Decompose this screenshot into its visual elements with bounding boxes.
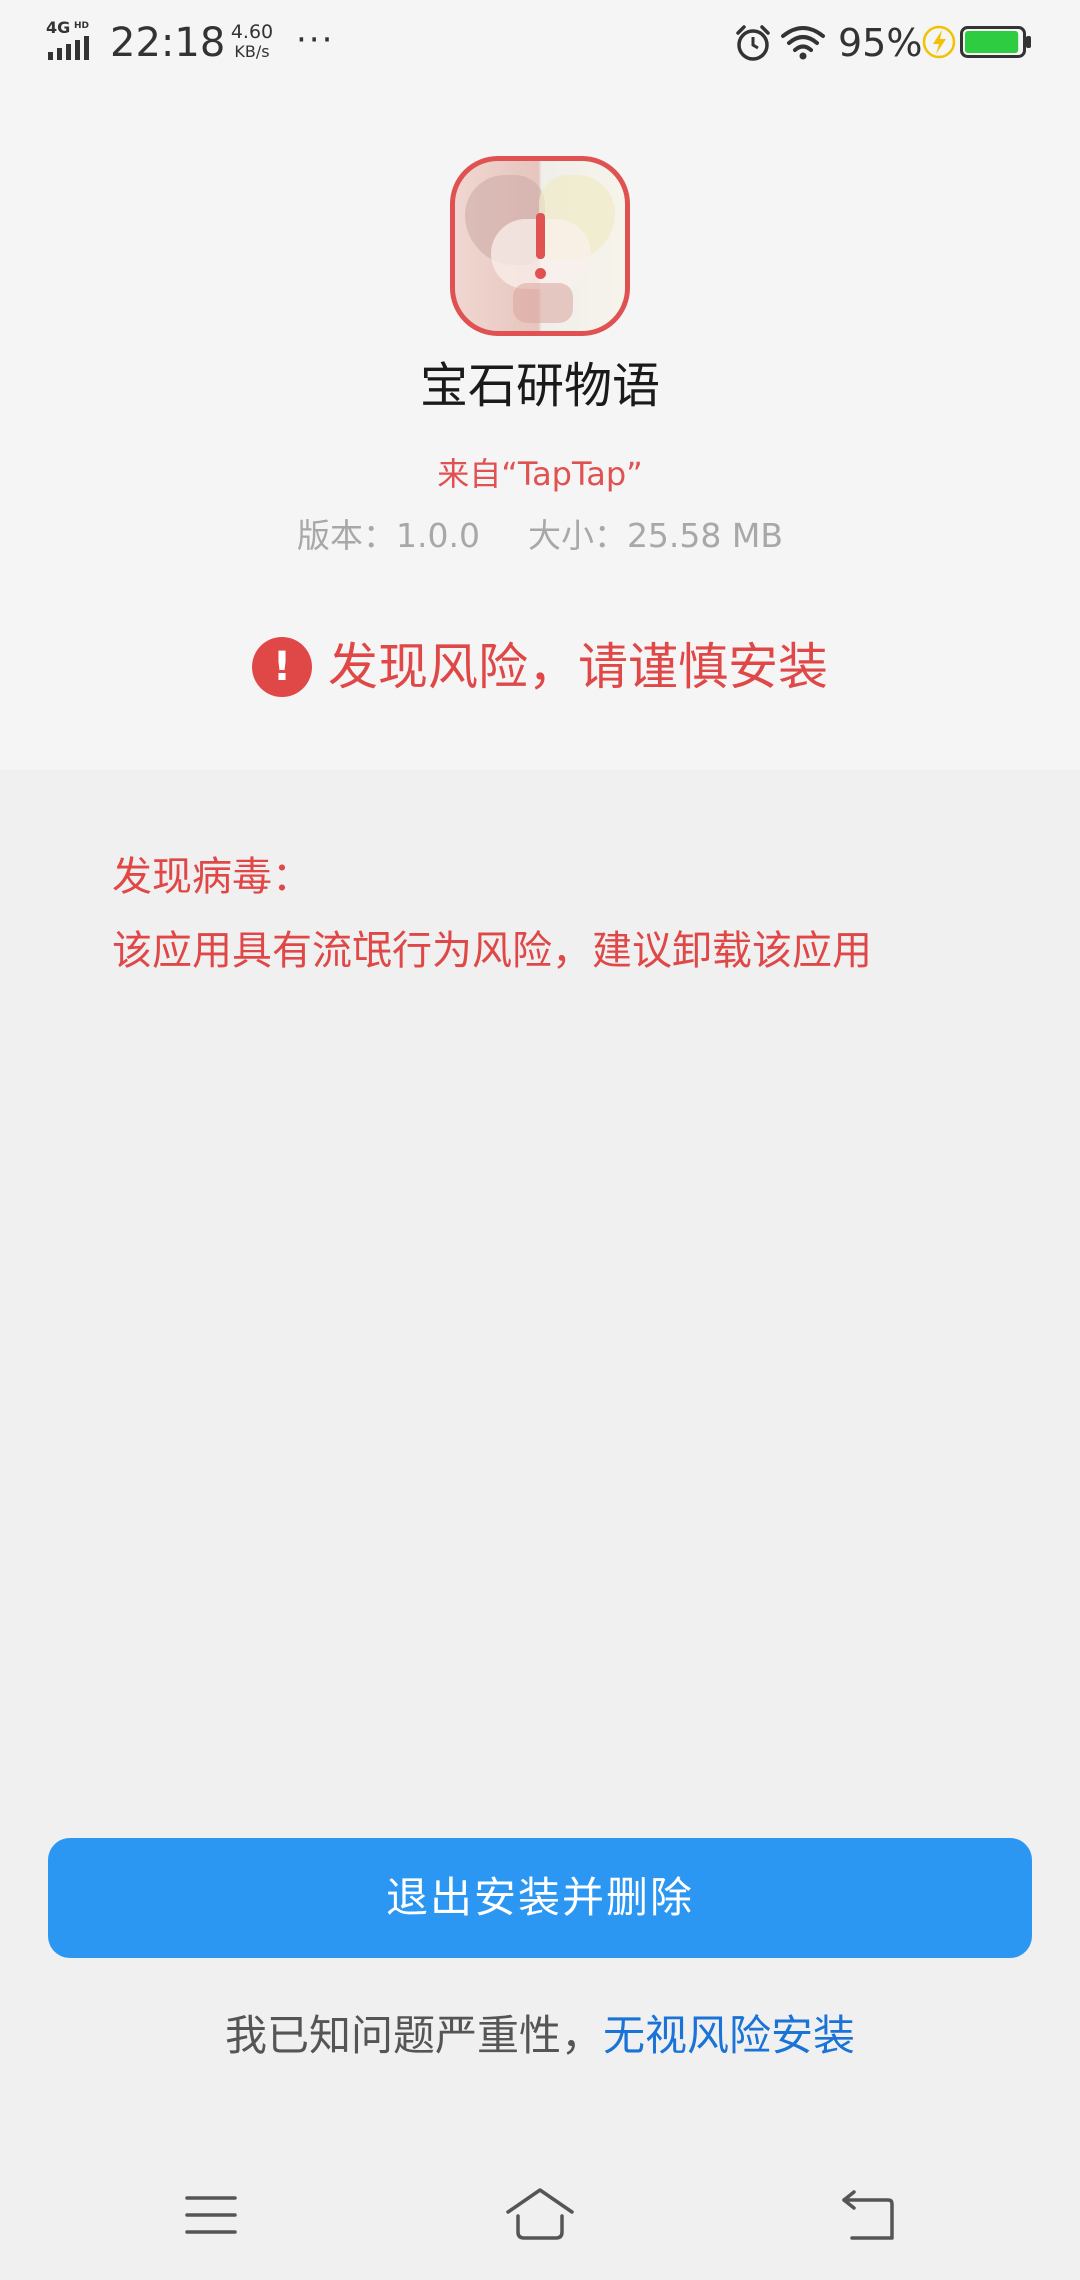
app-source: 来自“TapTap” [437, 455, 643, 493]
exit-and-delete-button[interactable]: 退出安装并删除 [48, 1838, 1032, 1958]
more-notifications-icon: ··· [296, 20, 335, 60]
battery-percent: 95% [838, 21, 923, 65]
back-icon[interactable] [840, 2188, 896, 2242]
app-icon [450, 156, 630, 336]
app-version: 版本：1.0.0 [296, 516, 480, 555]
warning-exclamation-icon [536, 213, 545, 259]
alarm-icon [736, 25, 770, 61]
clock-time: 22:18 [110, 20, 226, 66]
app-size: 大小：25.58 MB [527, 516, 784, 555]
virus-heading: 发现病毒： [112, 854, 312, 900]
svg-text:HD: HD [74, 21, 89, 31]
virus-details: 发现病毒： 该应用具有流氓行为风险，建议卸载该应用 [112, 840, 1012, 988]
ignore-risk-install-link[interactable]: 无视风险安装 [603, 2011, 855, 2060]
app-info-header: 宝石研物语 来自“TapTap” 版本：1.0.0 大小：25.58 MB ! 发… [0, 84, 1080, 770]
battery-icon [960, 26, 1031, 58]
menu-icon[interactable] [184, 2192, 238, 2238]
svg-text:4G: 4G [46, 18, 70, 37]
network-speed-value: 4.60 [230, 21, 274, 43]
charging-bolt-icon [922, 25, 956, 59]
ignore-risk-row: 我已知问题严重性，无视风险安装 [0, 2004, 1080, 2068]
app-name: 宝石研物语 [419, 358, 660, 414]
wifi-icon [781, 26, 825, 60]
alert-icon: ! [252, 637, 312, 697]
navigation-bar [0, 2160, 1080, 2280]
home-icon[interactable] [504, 2186, 576, 2242]
signal-icon: 4G HD [46, 18, 89, 60]
virus-message: 该应用具有流氓行为风险，建议卸载该应用 [112, 928, 872, 974]
status-bar: 4G HD 22:18 4.60 KB/s ··· 95% [0, 0, 1080, 84]
risk-warning: ! 发现风险，请谨慎安装 [0, 634, 1080, 704]
ignore-risk-prefix: 我已知问题严重性， [224, 2011, 603, 2060]
network-speed-unit: KB/s [234, 42, 270, 61]
app-meta: 版本：1.0.0 大小：25.58 MB [0, 516, 1080, 556]
network-speed: 4.60 KB/s [224, 22, 280, 62]
risk-title: 发现风险，请谨慎安装 [328, 638, 828, 696]
